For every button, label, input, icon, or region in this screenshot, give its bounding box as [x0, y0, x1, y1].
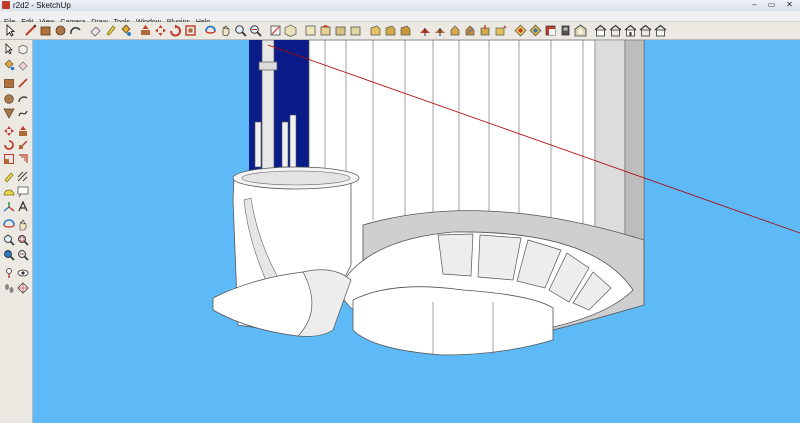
share-icon[interactable]: [609, 24, 622, 37]
tape-measure-icon[interactable]: [104, 24, 117, 37]
r2d2-model-render: [212, 40, 800, 356]
section-plane-icon[interactable]: [17, 282, 29, 294]
sketchup-app-icon: [2, 1, 10, 9]
walk-icon[interactable]: [3, 282, 15, 294]
paint-bucket-icon[interactable]: [119, 24, 132, 37]
wireframe-icon[interactable]: [399, 24, 412, 37]
large-tool-set: [0, 40, 33, 423]
circle-icon[interactable]: [3, 93, 15, 105]
push-pull-icon[interactable]: [17, 125, 29, 137]
offset-icon[interactable]: [17, 153, 29, 165]
eraser-icon[interactable]: [89, 24, 102, 37]
dome-detail-far: [289, 114, 297, 171]
shaded-icon[interactable]: [434, 24, 447, 37]
section-plane-icon[interactable]: [269, 24, 282, 37]
menu-bar: FileEditViewCameraDrawToolsWindowPlugins…: [0, 11, 800, 26]
textured-icon[interactable]: [449, 24, 462, 37]
model-viewport[interactable]: [33, 40, 800, 423]
strut-collar: [258, 61, 278, 71]
push-pull-icon[interactable]: [139, 24, 152, 37]
protractor-icon[interactable]: [3, 186, 15, 198]
zoom-icon[interactable]: [234, 24, 247, 37]
pan-icon[interactable]: [219, 24, 232, 37]
eraser-icon[interactable]: [17, 59, 29, 71]
left-view-icon[interactable]: [369, 24, 382, 37]
iso-view-icon[interactable]: [284, 24, 297, 37]
house-icon[interactable]: [624, 24, 637, 37]
previous-view-icon[interactable]: [3, 249, 15, 261]
zoom-window-icon[interactable]: [17, 234, 29, 246]
right-view-icon[interactable]: [334, 24, 347, 37]
pan-icon[interactable]: [17, 219, 29, 231]
maximize-button[interactable]: ▭: [763, 0, 780, 10]
zoom-icon[interactable]: [3, 234, 15, 246]
house-outline-icon[interactable]: [639, 24, 652, 37]
follow-me-icon[interactable]: [17, 139, 29, 151]
dome-detail-right: [281, 121, 289, 168]
rectangle-icon[interactable]: [39, 24, 52, 37]
offset-icon[interactable]: [184, 24, 197, 37]
move-icon[interactable]: [3, 125, 15, 137]
layers-icon[interactable]: [574, 24, 587, 37]
text-icon[interactable]: [17, 186, 29, 198]
3d-text-icon[interactable]: [17, 201, 29, 213]
component-icon[interactable]: [17, 43, 29, 55]
3d-text-icon[interactable]: [559, 24, 572, 37]
window-title: r2d2 - SketchUp: [13, 1, 71, 10]
move-icon[interactable]: [154, 24, 167, 37]
arc-icon[interactable]: [17, 93, 29, 105]
dome-detail-left: [254, 121, 262, 168]
line-icon[interactable]: [17, 77, 29, 89]
text-icon[interactable]: [529, 24, 542, 37]
select-icon[interactable]: [4, 24, 17, 37]
main-toolbar: [0, 22, 800, 40]
line-icon[interactable]: [24, 24, 37, 37]
back-view-icon[interactable]: [349, 24, 362, 37]
orbit-icon[interactable]: [3, 219, 15, 231]
rotate-icon[interactable]: [169, 24, 182, 37]
scale-icon[interactable]: [3, 153, 15, 165]
leg-strut: [261, 40, 275, 176]
axes-icon[interactable]: [544, 24, 557, 37]
close-button[interactable]: ✕: [781, 0, 798, 10]
axes-icon[interactable]: [3, 201, 15, 213]
freehand-icon[interactable]: [17, 107, 29, 119]
x-ray-icon[interactable]: [384, 24, 397, 37]
top-view-icon[interactable]: [304, 24, 317, 37]
tape-measure-icon[interactable]: [3, 171, 15, 183]
select-icon[interactable]: [3, 43, 15, 55]
component-icon[interactable]: [479, 24, 492, 37]
zoom-extents-icon[interactable]: [249, 24, 262, 37]
warehouse-icon[interactable]: [594, 24, 607, 37]
minimize-button[interactable]: –: [746, 0, 763, 10]
group-icon[interactable]: [494, 24, 507, 37]
rotate-icon[interactable]: [3, 139, 15, 151]
monochrome-icon[interactable]: [464, 24, 477, 37]
position-camera-icon[interactable]: [3, 267, 15, 279]
circle-icon[interactable]: [54, 24, 67, 37]
rectangle-icon[interactable]: [3, 77, 15, 89]
dimension-icon[interactable]: [514, 24, 527, 37]
house-view-icon[interactable]: [654, 24, 667, 37]
orbit-icon[interactable]: [204, 24, 217, 37]
hidden-line-icon[interactable]: [419, 24, 432, 37]
front-view-icon[interactable]: [319, 24, 332, 37]
paint-bucket-icon[interactable]: [3, 59, 15, 71]
look-around-icon[interactable]: [17, 267, 29, 279]
arc-icon[interactable]: [69, 24, 82, 37]
zoom-extents-icon[interactable]: [17, 249, 29, 261]
polygon-icon[interactable]: [3, 107, 15, 119]
dimension-icon[interactable]: [17, 171, 29, 183]
